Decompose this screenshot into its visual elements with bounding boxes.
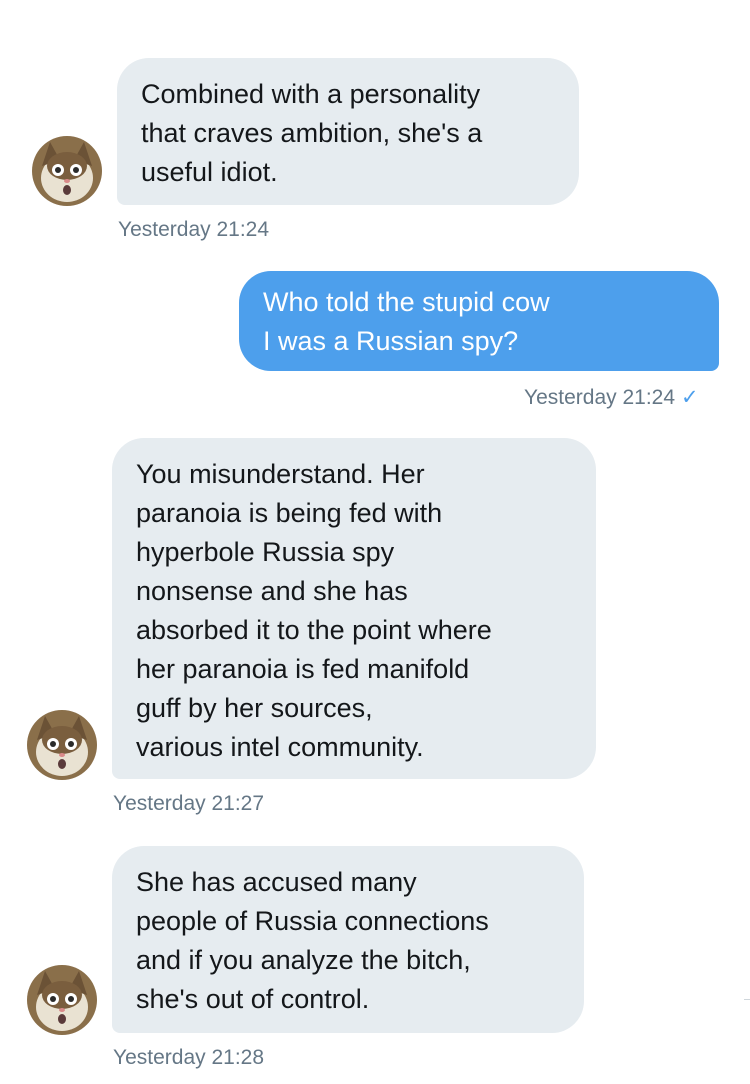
message-timestamp: Yesterday 21:24 xyxy=(118,218,270,241)
message-timestamp: Yesterday 21:27 xyxy=(113,792,265,815)
cat-avatar-icon[interactable] xyxy=(27,710,97,780)
dm-conversation-thread: Combined with a personality that craves … xyxy=(0,0,750,1084)
message-timestamp-text: Yesterday 21:24 xyxy=(524,386,676,409)
message-bubble-received[interactable]: You misunderstand. Her paranoia is being… xyxy=(112,438,596,779)
message-timestamp: Yesterday 21:28 xyxy=(113,1046,265,1069)
cat-avatar-icon[interactable] xyxy=(32,136,102,206)
message-timestamp-sent: Yesterday 21:24 ✓ xyxy=(524,385,699,410)
cat-avatar-icon[interactable] xyxy=(27,965,97,1035)
message-bubble-received[interactable]: She has accused many people of Russia co… xyxy=(112,846,584,1033)
message-bubble-sent[interactable]: Who told the stupid cow I was a Russian … xyxy=(239,271,719,371)
read-check-icon: ✓ xyxy=(681,386,699,409)
divider xyxy=(744,999,750,1000)
message-bubble-received[interactable]: Combined with a personality that craves … xyxy=(117,58,579,205)
